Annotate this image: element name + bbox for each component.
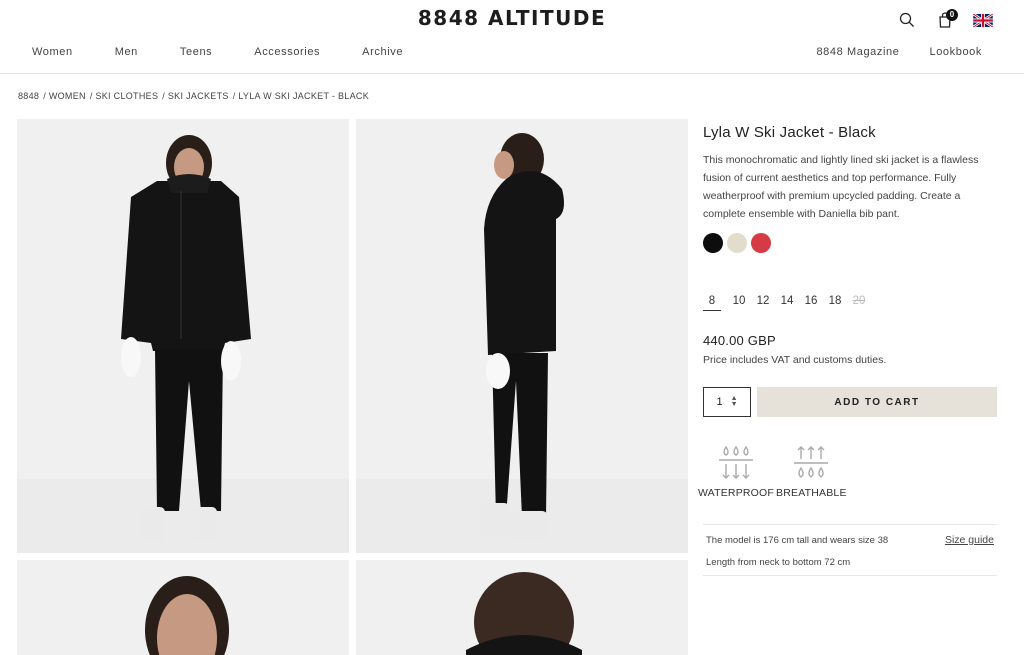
breadcrumb-women[interactable]: / WOMEN [43, 91, 86, 101]
nav-accessories[interactable]: Accessories [254, 46, 320, 58]
breadcrumb-ski-jackets[interactable]: / SKI JACKETS [162, 91, 228, 101]
nav-lookbook[interactable]: Lookbook [929, 46, 982, 58]
uk-flag-icon[interactable] [972, 10, 994, 30]
size-guide-link[interactable]: Size guide [945, 534, 994, 546]
feature-label: BREATHABLE [776, 487, 847, 499]
length-info: Length from neck to bottom 72 cm [706, 557, 851, 568]
product-description: This monochromatic and lightly lined ski… [703, 154, 979, 220]
add-to-cart-button[interactable]: ADD TO CART [757, 387, 997, 417]
product-photo-detail-back[interactable] [356, 560, 688, 655]
product-title: Lyla W Ski Jacket - Black [703, 124, 876, 141]
site-header: 8848 ALTITUDE 0 Women Men Teens Accessor… [0, 0, 1024, 74]
waterproof-icon [719, 445, 753, 479]
header-icons: 0 [896, 9, 994, 30]
product-photo-front[interactable] [17, 119, 349, 553]
quantity-stepper[interactable]: 1 ▲ ▼ [703, 387, 751, 417]
nav-archive[interactable]: Archive [362, 46, 403, 58]
nav-women[interactable]: Women [32, 46, 73, 58]
size-option[interactable]: 8 [703, 295, 721, 311]
product-price: 440.00 GBP [703, 333, 776, 348]
color-swatches [703, 233, 771, 253]
size-option[interactable]: 10 [727, 295, 751, 311]
main-nav: Women Men Teens Accessories Archive [32, 46, 445, 58]
size-option[interactable]: 18 [823, 295, 847, 311]
model-info: The model is 176 cm tall and wears size … [706, 535, 889, 546]
color-swatch-black[interactable] [703, 233, 723, 253]
breadcrumb-ski-clothes[interactable]: / SKI CLOTHES [90, 91, 158, 101]
breadcrumb-current: / LYLA W SKI JACKET - BLACK [232, 91, 369, 101]
color-swatch-red[interactable] [751, 233, 771, 253]
color-swatch-beige[interactable] [727, 233, 747, 253]
breathable-icon [794, 446, 828, 478]
vat-note: Price includes VAT and customs duties. [703, 354, 887, 366]
product-photo-detail-front[interactable] [17, 560, 349, 655]
nav-teens[interactable]: Teens [180, 46, 212, 58]
feature-waterproof: WATERPROOF [697, 445, 775, 499]
size-option: 20 [852, 295, 866, 307]
breadcrumb: 8848 / WOMEN / SKI CLOTHES / SKI JACKETS… [18, 91, 373, 101]
search-icon[interactable] [896, 10, 918, 30]
size-option[interactable]: 14 [775, 295, 799, 311]
stepper-arrows-icon[interactable]: ▲ ▼ [731, 395, 738, 408]
feature-label: WATERPROOF [697, 487, 775, 499]
cart-count-badge: 0 [946, 9, 958, 21]
size-option[interactable]: 12 [751, 295, 775, 311]
size-selector: 8 10 12 14 16 18 20 [703, 295, 871, 311]
quantity-value: 1 [716, 396, 723, 408]
cart-icon[interactable]: 0 [934, 9, 958, 30]
fit-info: The model is 176 cm tall and wears size … [703, 524, 997, 576]
brand-logo[interactable]: 8848 ALTITUDE [0, 6, 1024, 30]
nav-men[interactable]: Men [115, 46, 138, 58]
breadcrumb-home[interactable]: 8848 [18, 91, 39, 101]
nav-magazine[interactable]: 8848 Magazine [816, 46, 899, 58]
feature-breathable: BREATHABLE [776, 445, 846, 499]
size-option[interactable]: 16 [799, 295, 823, 311]
product-photo-side[interactable] [356, 119, 688, 553]
product-info: Lyla W Ski Jacket - Black This monochrom… [703, 124, 997, 223]
secondary-nav: 8848 Magazine Lookbook [786, 46, 982, 58]
